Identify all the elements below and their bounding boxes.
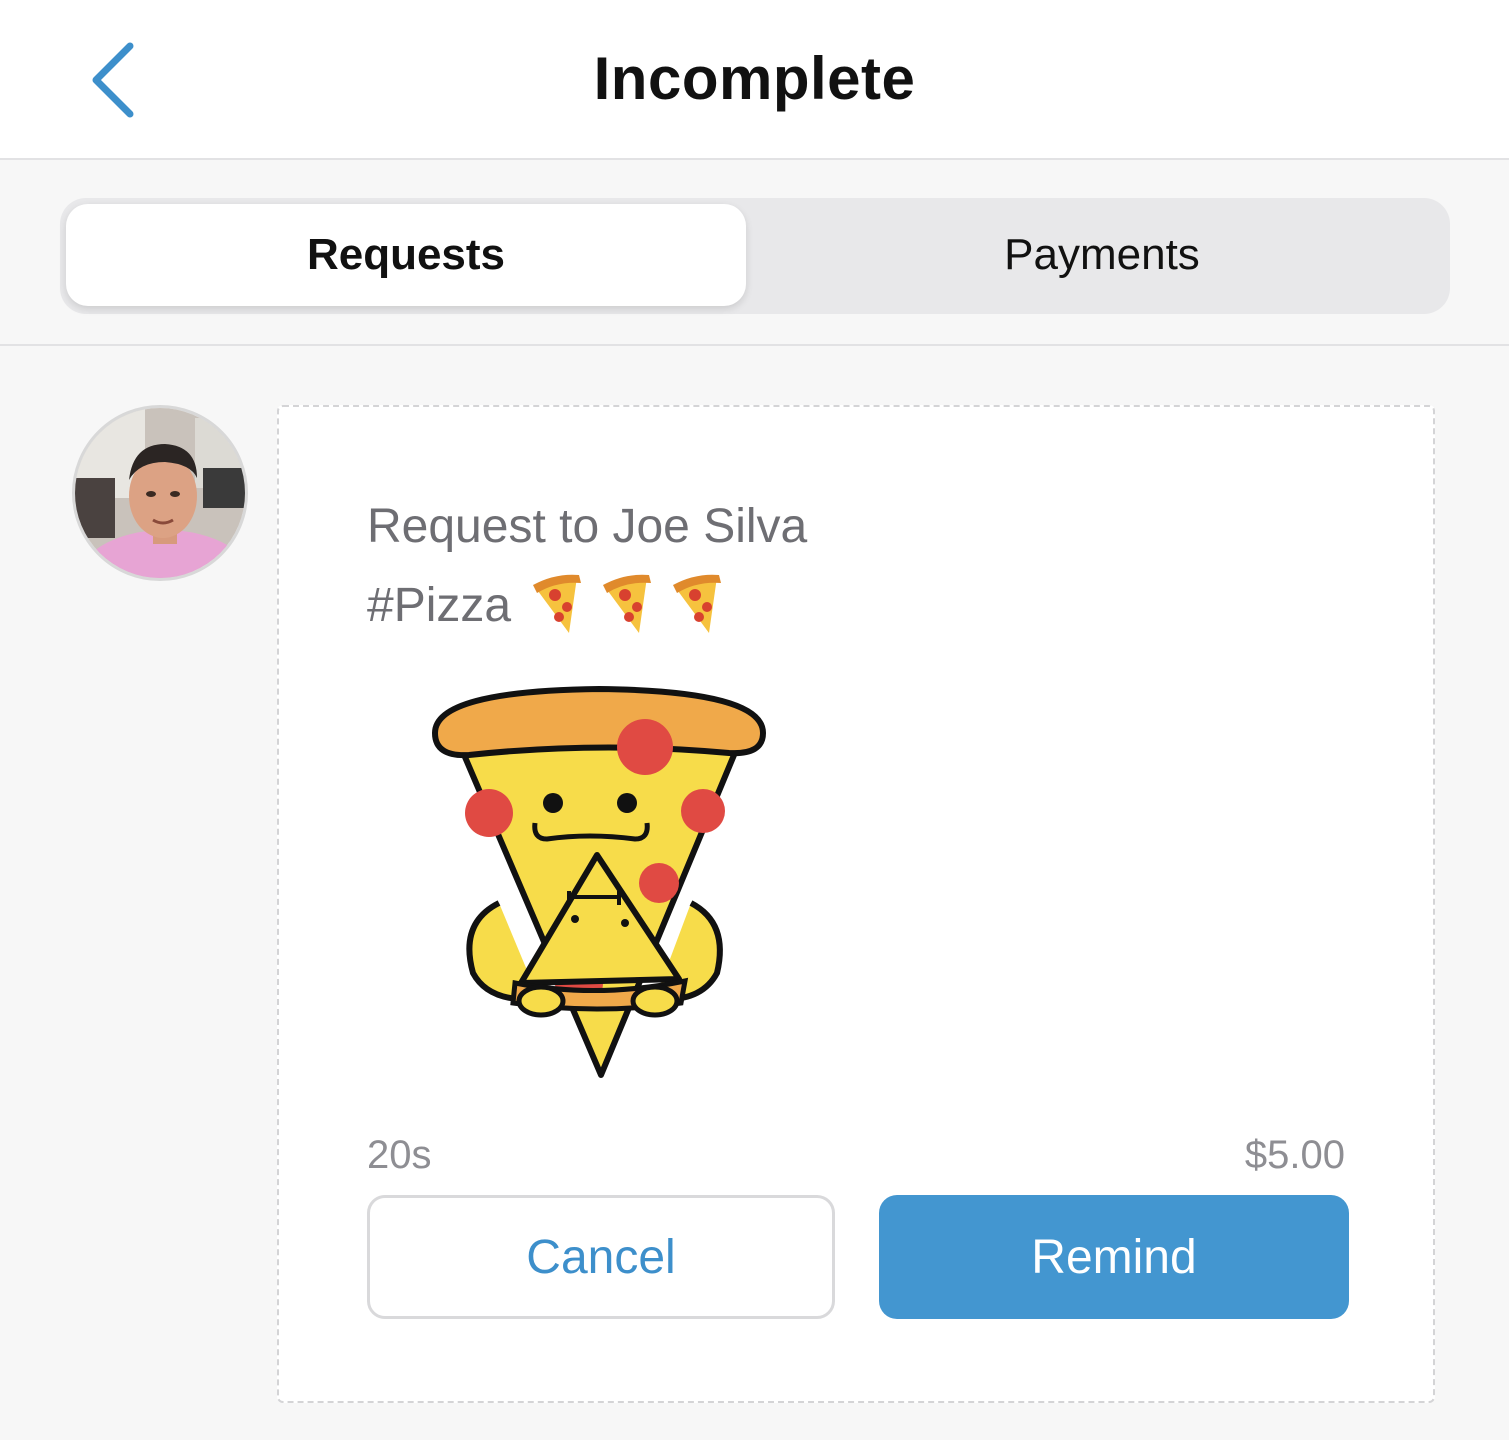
nav-bar: Incomplete [0,0,1509,160]
request-card[interactable]: Request to Joe Silva #Pizza 20s $5.00 Ca… [277,405,1435,1403]
pizza-emoji-group [529,573,727,637]
pizza-slice-icon [673,574,722,633]
page-title: Incomplete [593,45,916,112]
pizza-eating-sticker [431,685,767,1078]
avatar[interactable] [72,405,248,581]
request-title: Request to Joe Silva [367,500,808,553]
tab-payments[interactable]: Payments [760,204,1444,306]
cancel-button[interactable]: Cancel [367,1195,835,1319]
segmented-control: Requests Payments [60,198,1450,314]
request-note: #Pizza [367,573,727,637]
pizza-slice-icon [533,574,582,633]
pizza-slice-icon [603,574,652,633]
request-amount: $5.00 [1244,1133,1345,1177]
segment-bar: Requests Payments [0,162,1509,346]
request-time: 20s [367,1133,432,1177]
request-note-text: #Pizza [367,578,512,632]
tab-requests[interactable]: Requests [66,204,746,306]
remind-button[interactable]: Remind [879,1195,1349,1319]
